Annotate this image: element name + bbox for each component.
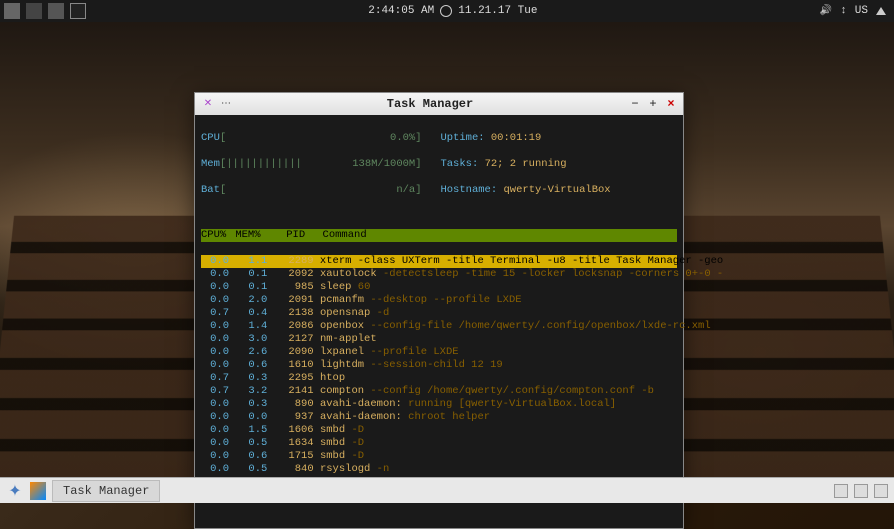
start-button[interactable]: ✦ bbox=[4, 480, 26, 502]
window-titlebar[interactable]: ✕ ⋯ Task Manager − + × bbox=[195, 93, 683, 115]
process-row[interactable]: 0.0 1.5 1606 smbd -D bbox=[201, 424, 677, 437]
panel-app-icon[interactable] bbox=[26, 3, 42, 19]
process-row[interactable]: 0.0 1.4 2086 openbox --config-file /home… bbox=[201, 320, 677, 333]
window-app-icon: ✕ bbox=[201, 97, 215, 111]
clock-time[interactable]: 2:44:05 AM bbox=[368, 5, 434, 17]
panel-terminal-icon[interactable] bbox=[70, 3, 86, 19]
top-panel: 2:44:05 AM 11.21.17 Tue US bbox=[0, 0, 894, 22]
process-list[interactable]: 0.0 1.1 2289 xterm -class UXTerm -title … bbox=[201, 255, 677, 476]
minimize-button[interactable]: − bbox=[627, 96, 643, 112]
process-row[interactable]: 0.0 0.6 1610 lightdm --session-child 12 … bbox=[201, 359, 677, 372]
show-desktop-button[interactable] bbox=[874, 484, 888, 498]
process-row[interactable]: 0.7 0.4 2138 opensnap -d bbox=[201, 307, 677, 320]
close-button[interactable]: × bbox=[663, 96, 679, 112]
keyboard-layout[interactable]: US bbox=[855, 5, 868, 17]
workspace-switcher[interactable] bbox=[834, 484, 848, 498]
process-row[interactable]: 0.0 0.3 890 avahi-daemon: running [qwert… bbox=[201, 398, 677, 411]
process-row[interactable]: 0.0 0.5 1634 smbd -D bbox=[201, 437, 677, 450]
taskbar[interactable]: ✦ Task Manager bbox=[0, 477, 894, 503]
cpu-meter: CPU[ 0.0%] Uptime: 00:01:19 bbox=[201, 132, 677, 145]
process-row[interactable]: 0.0 0.1 2092 xautolock -detectsleep -tim… bbox=[201, 268, 677, 281]
process-row[interactable]: 0.0 2.6 2090 lxpanel --profile LXDE bbox=[201, 346, 677, 359]
mem-meter: Mem[|||||||||||| 138M/1000M] Tasks: 72; … bbox=[201, 158, 677, 171]
panel-app-icon[interactable] bbox=[4, 3, 20, 19]
process-row[interactable]: 0.0 1.1 2289 xterm -class UXTerm -title … bbox=[201, 255, 677, 268]
process-row[interactable]: 0.0 0.1 985 sleep 60 bbox=[201, 281, 677, 294]
process-row[interactable]: 0.0 0.0 937 avahi-daemon: chroot helper bbox=[201, 411, 677, 424]
workspace-switcher[interactable] bbox=[854, 484, 868, 498]
process-row[interactable]: 0.0 2.0 2091 pcmanfm --desktop --profile… bbox=[201, 294, 677, 307]
clock-icon bbox=[440, 5, 452, 17]
process-row[interactable]: 0.7 3.2 2141 compton --config /home/qwer… bbox=[201, 385, 677, 398]
bat-meter: Bat[ n/a] Hostname: qwerty-VirtualBox bbox=[201, 184, 677, 197]
terminal-content[interactable]: CPU[ 0.0%] Uptime: 00:01:19 Mem[||||||||… bbox=[195, 115, 683, 528]
process-row[interactable]: 0.0 3.0 2127 nm-applet bbox=[201, 333, 677, 346]
process-row[interactable]: 0.7 0.3 2295 htop bbox=[201, 372, 677, 385]
volume-icon[interactable] bbox=[820, 5, 832, 17]
window-menu-icon[interactable]: ⋯ bbox=[219, 97, 233, 111]
clock-date[interactable]: 11.21.17 Tue bbox=[458, 5, 537, 17]
task-manager-window: ✕ ⋯ Task Manager − + × CPU[ 0.0%] Uptime… bbox=[194, 92, 684, 529]
taskbar-app-icon[interactable] bbox=[30, 482, 46, 500]
notification-icon[interactable] bbox=[876, 7, 886, 15]
maximize-button[interactable]: + bbox=[645, 96, 661, 112]
network-icon[interactable] bbox=[840, 5, 847, 17]
panel-app-icon[interactable] bbox=[48, 3, 64, 19]
process-row[interactable]: 0.0 0.5 840 rsyslogd -n bbox=[201, 463, 677, 476]
process-row[interactable]: 0.0 0.6 1715 smbd -D bbox=[201, 450, 677, 463]
process-header[interactable]: CPU% MEM% PID Command bbox=[201, 229, 677, 242]
taskbar-item-task-manager[interactable]: Task Manager bbox=[52, 480, 160, 502]
window-title: Task Manager bbox=[233, 97, 627, 111]
